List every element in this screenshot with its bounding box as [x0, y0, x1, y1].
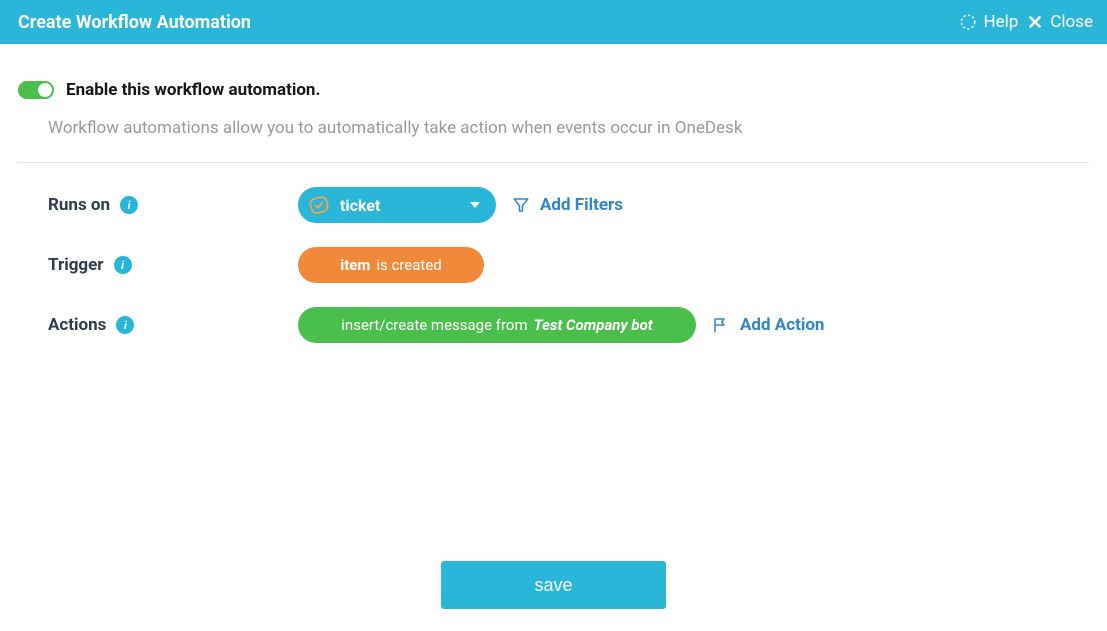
trigger-pill[interactable]: item is created	[298, 247, 484, 283]
header-actions: Help Close	[959, 12, 1093, 32]
save-button[interactable]: save	[441, 561, 666, 609]
add-action-label: Add Action	[740, 315, 824, 335]
add-filters-button[interactable]: Add Filters	[512, 195, 623, 215]
help-icon	[959, 13, 977, 31]
enable-row: Enable this workflow automation.	[18, 80, 1089, 100]
ticket-icon	[308, 194, 330, 216]
trigger-label: Trigger	[48, 255, 104, 275]
dialog-content: Enable this workflow automation. Workflo…	[0, 44, 1107, 343]
trigger-strong: item	[340, 256, 370, 274]
actions-label-group: Actions i	[48, 315, 298, 335]
config-area: Runs on i ticket	[18, 163, 1089, 343]
runs-on-selected: ticket	[308, 194, 380, 216]
runs-on-label: Runs on	[48, 195, 110, 215]
flag-icon	[712, 316, 730, 334]
dialog-footer: save	[0, 561, 1107, 609]
enable-toggle[interactable]	[18, 81, 54, 99]
description-text: Workflow automations allow you to automa…	[18, 118, 1089, 163]
trigger-rest: is created	[376, 256, 441, 274]
runs-on-dropdown[interactable]: ticket	[298, 187, 496, 223]
enable-label: Enable this workflow automation.	[66, 80, 320, 100]
trigger-row: Trigger i item is created	[48, 247, 1089, 283]
dialog-title: Create Workflow Automation	[18, 12, 251, 33]
dialog-header: Create Workflow Automation Help Close	[0, 0, 1107, 44]
actions-row: Actions i insert/create message from Tes…	[48, 307, 1089, 343]
action-prefix: insert/create message from	[341, 316, 527, 334]
action-pill[interactable]: insert/create message from Test Company …	[298, 307, 696, 343]
actions-label: Actions	[48, 315, 106, 335]
add-action-button[interactable]: Add Action	[712, 315, 824, 335]
info-icon[interactable]: i	[120, 196, 138, 214]
trigger-label-group: Trigger i	[48, 255, 298, 275]
runs-on-content: ticket Add Filters	[298, 187, 623, 223]
runs-on-label-group: Runs on i	[48, 195, 298, 215]
actions-content: insert/create message from Test Company …	[298, 307, 824, 343]
close-icon	[1026, 13, 1044, 31]
help-label: Help	[983, 12, 1018, 32]
add-filters-label: Add Filters	[540, 195, 623, 215]
filter-icon	[512, 196, 530, 214]
close-button[interactable]: Close	[1026, 12, 1093, 32]
runs-on-row: Runs on i ticket	[48, 187, 1089, 223]
chevron-down-icon	[470, 202, 480, 208]
info-icon[interactable]: i	[114, 256, 132, 274]
close-label: Close	[1050, 12, 1093, 32]
trigger-content: item is created	[298, 247, 484, 283]
action-source: Test Company bot	[534, 316, 653, 334]
help-button[interactable]: Help	[959, 12, 1018, 32]
info-icon[interactable]: i	[116, 316, 134, 334]
runs-on-value: ticket	[340, 196, 380, 215]
